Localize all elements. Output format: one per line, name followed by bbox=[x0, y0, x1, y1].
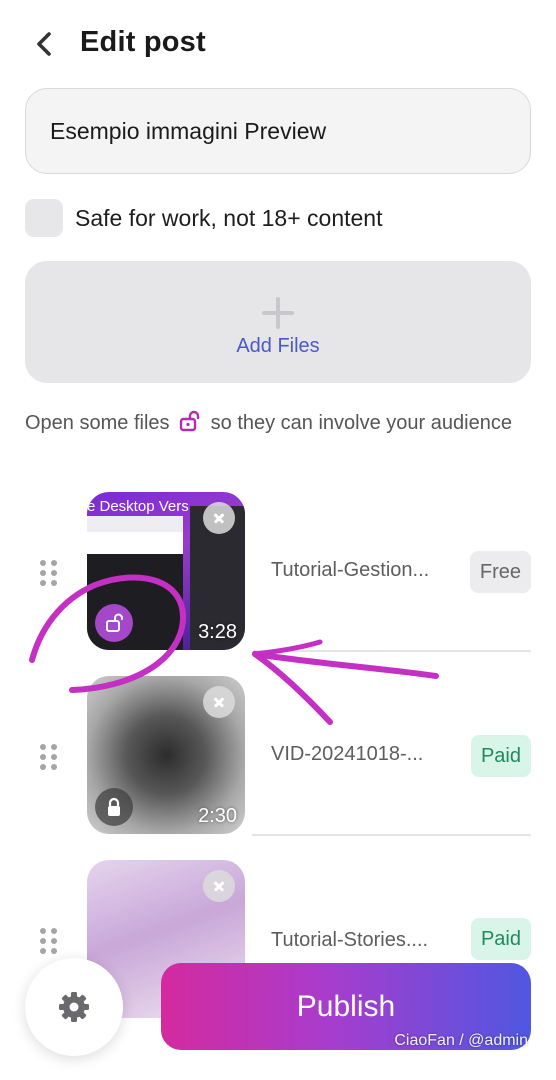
post-title-input[interactable] bbox=[25, 88, 531, 174]
video-duration: 2:30 bbox=[198, 805, 237, 827]
drag-handle-icon[interactable] bbox=[40, 560, 58, 586]
header: Edit post bbox=[0, 0, 556, 88]
add-files-label: Add Files bbox=[236, 335, 320, 357]
file-thumbnail[interactable]: 2:30 bbox=[87, 676, 245, 834]
drag-handle-icon[interactable] bbox=[40, 928, 58, 954]
remove-file-button[interactable] bbox=[203, 870, 235, 902]
file-name: Tutorial-Stories.... bbox=[271, 929, 429, 951]
row-divider bbox=[252, 834, 531, 836]
file-name: VID-20241018-... bbox=[271, 743, 424, 765]
drag-handle-icon[interactable] bbox=[40, 744, 58, 770]
chevron-left-icon bbox=[37, 32, 51, 56]
file-row: e Desktop Vers 3:28 Tutorial-Gestion... … bbox=[0, 492, 556, 652]
unlock-icon bbox=[179, 410, 200, 432]
remove-file-button[interactable] bbox=[203, 502, 235, 534]
sfw-checkbox[interactable] bbox=[25, 199, 63, 237]
back-button[interactable] bbox=[28, 26, 62, 62]
remove-file-button[interactable] bbox=[203, 686, 235, 718]
unlock-toggle-button[interactable] bbox=[95, 604, 133, 642]
add-files-button[interactable]: Add Files bbox=[25, 261, 531, 383]
settings-button[interactable] bbox=[25, 958, 123, 1056]
hint-text-after: so they can involve your audience bbox=[210, 412, 512, 434]
open-files-hint: Open some files so they can involve your… bbox=[25, 409, 525, 438]
hint-text-before: Open some files bbox=[25, 412, 170, 434]
watermark: CiaoFan / @admin bbox=[394, 1032, 528, 1049]
price-badge-paid[interactable]: Paid bbox=[470, 918, 531, 960]
sfw-checkbox-label: Safe for work, not 18+ content bbox=[75, 204, 383, 231]
lock-toggle-button[interactable] bbox=[95, 788, 133, 826]
file-name: Tutorial-Gestion... bbox=[271, 559, 430, 581]
plus-icon bbox=[262, 297, 294, 329]
video-duration: 3:28 bbox=[198, 621, 237, 643]
file-thumbnail[interactable]: e Desktop Vers 3:28 bbox=[87, 492, 245, 650]
lock-icon bbox=[108, 797, 120, 816]
edit-post-screen: Edit post Safe for work, not 18+ content… bbox=[0, 0, 556, 1080]
price-badge-free[interactable]: Free bbox=[469, 551, 531, 593]
sfw-checkbox-row[interactable]: Safe for work, not 18+ content bbox=[25, 199, 383, 237]
unlock-icon bbox=[106, 613, 123, 632]
price-badge-paid[interactable]: Paid bbox=[470, 735, 531, 777]
thumbnail-caption: e Desktop Vers bbox=[87, 498, 189, 515]
page-title: Edit post bbox=[80, 26, 206, 58]
gear-icon bbox=[59, 992, 89, 1022]
file-row: 2:30 VID-20241018-... Paid bbox=[0, 676, 556, 836]
row-divider bbox=[252, 650, 531, 652]
